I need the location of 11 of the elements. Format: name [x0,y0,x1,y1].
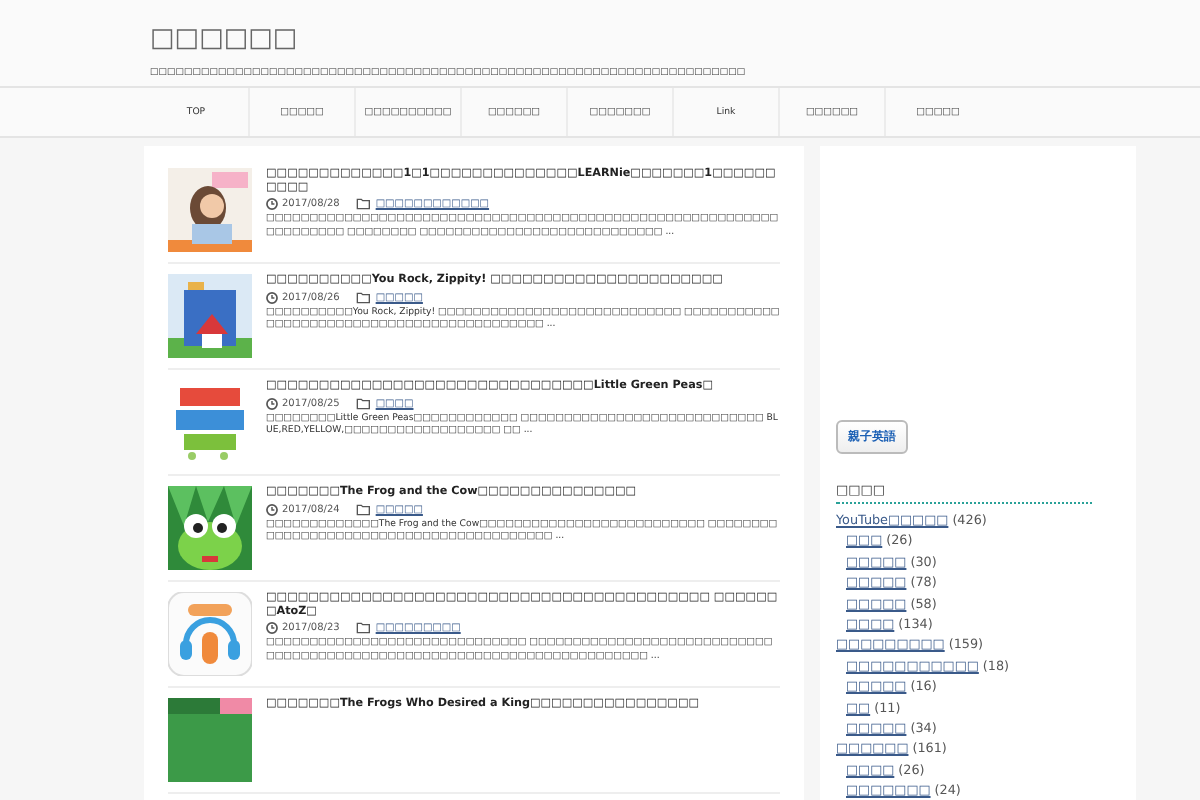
clock-icon [266,397,278,410]
folder-icon [355,622,372,635]
clock-icon [266,622,278,635]
clock-icon [266,291,278,304]
site-title[interactable]: □□□□□□ [150,24,298,54]
folder-icon [355,397,372,410]
clock-icon [266,198,278,211]
folder-icon [355,291,372,304]
folder-icon [355,503,372,516]
clock-icon [266,503,278,516]
folder-icon [355,198,372,211]
